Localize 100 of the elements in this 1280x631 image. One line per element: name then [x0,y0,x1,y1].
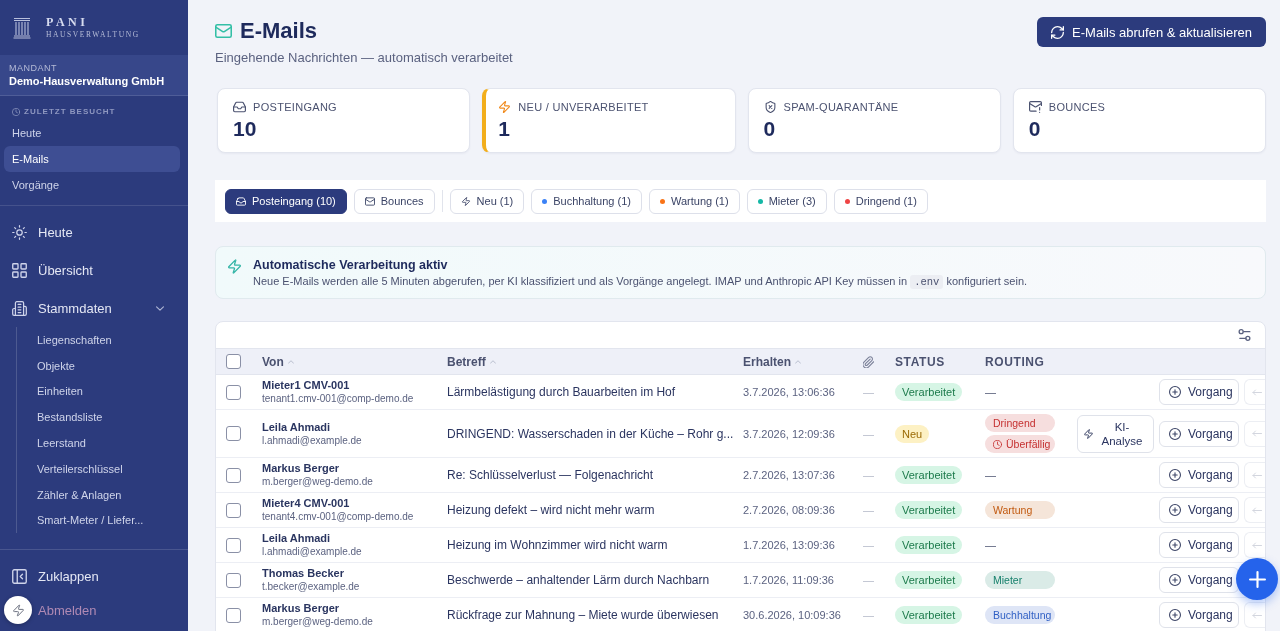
nav-subitem[interactable]: Bestandsliste [17,404,188,431]
attachment-cell: — [863,539,874,551]
filter-chip[interactable]: Mieter (3) [746,188,827,214]
recent-link[interactable]: Heute [4,120,180,146]
mail-icon [215,24,232,38]
plus-icon [1248,570,1266,588]
filter-chip[interactable]: Posteingang (10) [225,188,347,214]
subject-cell: Heizung im Wohnzimmer wird nicht warm [447,538,668,552]
filter-chip[interactable]: Dringend (1) [833,188,928,214]
nav-subitem[interactable]: Leerstand [17,430,188,456]
row-checkbox[interactable] [226,537,241,553]
banner-title: Automatische Verarbeitung aktiv [253,257,449,272]
nav-item[interactable]: Stammdaten [0,289,188,327]
create-case-button[interactable]: Vorgang [1159,462,1239,488]
logout-link[interactable]: Abmelden [0,593,188,627]
sender-email: l.ahmadi@example.de [262,545,363,558]
sender-name: Leila Ahmadi [262,532,332,545]
row-checkbox[interactable] [226,426,241,441]
select-all-checkbox[interactable] [226,354,241,369]
row-checkbox[interactable] [226,607,241,623]
grid-icon [12,262,27,278]
recent-link[interactable]: E-Mails [4,146,180,172]
row-checkbox[interactable] [226,572,241,588]
sender-name: Thomas Becker [262,567,345,580]
sender-email: t.becker@example.de [262,580,361,593]
lightning-icon [12,603,24,617]
attachment-cell: — [863,427,874,440]
sender-email: tenant4.cmv-001@comp-demo.de [262,510,415,523]
row-checkbox[interactable] [226,467,241,483]
overdue-label: Überfällig [1006,437,1051,451]
plus-circle-icon [1169,386,1181,398]
filter-chip[interactable]: Buchhaltung (1) [531,188,642,214]
lightning-icon [1084,428,1093,439]
plus-circle-icon [1169,539,1181,551]
sender-email: m.berger@weg-demo.de [262,615,374,628]
sliders-icon[interactable] [1238,329,1251,341]
nav-subitem[interactable]: Einheiten [17,378,188,405]
status-badge: Verarbeitet [895,571,963,589]
status-badge: Neu [895,424,930,443]
nav-item[interactable]: Übersicht [0,251,188,289]
create-case-button[interactable]: Vorgang [1159,379,1239,405]
plus-circle-icon [1169,504,1181,516]
plus-circle-icon [1169,574,1181,586]
subject-cell: Re: Schlüsselverlust — Folgenachricht [447,468,654,482]
date-cell: 1.7.2026, 11:09:36 [743,574,834,586]
pillars-logo-icon [13,16,31,39]
column-header: ROUTING [985,354,1045,369]
routing-tag: Mieter [985,571,1055,589]
row-checkbox[interactable] [226,502,241,518]
attachment-cell: — [863,574,874,586]
refresh-button[interactable]: E-Mails abrufen & aktualisieren [1037,17,1266,47]
nav-subitem[interactable]: Liegenschaften [17,327,188,353]
sender-name: Mieter1 CMV-001 [262,379,351,392]
attachment-cell: — [863,609,874,621]
column-header[interactable]: Erhalten [743,354,801,369]
column-header[interactable]: Betreff [447,354,496,369]
routing-cell: — [985,469,996,481]
routing-tag: Dringend [985,414,1055,432]
nav-subitem[interactable]: Verteilerschlüssel [17,456,188,482]
date-cell: 2.7.2026, 08:09:36 [743,504,835,516]
arrow-left-icon [1252,388,1262,396]
panel-collapse-icon [12,568,27,584]
create-case-button[interactable]: Vorgang [1159,567,1239,593]
quick-action-button[interactable] [4,596,32,624]
create-case-button[interactable]: Vorgang [1159,532,1239,558]
create-case-button[interactable]: Vorgang [1159,602,1239,628]
nav-item[interactable]: Heute [0,213,188,251]
lightning-icon [460,196,471,206]
nav-subitem[interactable]: Smart-Meter / Liefer... [17,507,188,534]
column-header[interactable]: Von [262,354,294,369]
add-button[interactable] [1236,558,1278,600]
stat-label: POSTEINGANG [253,100,337,113]
sender-name: Mieter4 CMV-001 [262,497,351,510]
sender-name: Markus Berger [262,602,341,615]
nav-subitem[interactable]: Zähler & Anlagen [17,481,188,508]
nav-subitem[interactable]: Objekte [17,352,188,379]
status-badge: Verarbeitet [895,501,963,519]
tenant-panel[interactable]: MANDANT Demo-Hausverwaltung GmbH [0,55,188,96]
filter-chip[interactable]: Wartung (1) [648,188,740,214]
stat-label: SPAM-QUARANTÄNE [783,100,899,113]
subject-cell: Lärmbelästigung durch Bauarbeiten im Hof [447,385,676,399]
subject-cell: DRINGEND: Wasserschaden in der Küche – Rohr g... [447,426,734,441]
sun-icon [12,224,27,240]
stat-label: NEU / UNVERARBEITET [518,100,649,113]
clock-icon [12,107,20,116]
lightning-icon [228,259,241,274]
create-case-button[interactable]: Vorgang [1159,497,1239,523]
recent-link[interactable]: Vorgänge [4,172,180,198]
stat-value: 10 [233,117,258,141]
refresh-icon [1051,25,1065,39]
attachment-cell: — [863,469,874,481]
filter-chip[interactable]: Neu (1) [449,188,525,214]
collapse-button[interactable]: Zuklappen [0,559,188,593]
attachment-cell: — [863,504,874,516]
filter-chip[interactable]: Bounces [353,188,435,214]
page-subtitle: Eingehende Nachrichten — automatisch verarbeitet [215,50,513,66]
row-checkbox[interactable] [226,384,241,400]
shield-x-icon [763,100,777,113]
ai-analysis-button[interactable]: KI-Analyse [1077,414,1154,453]
create-case-button[interactable]: Vorgang [1159,420,1239,447]
